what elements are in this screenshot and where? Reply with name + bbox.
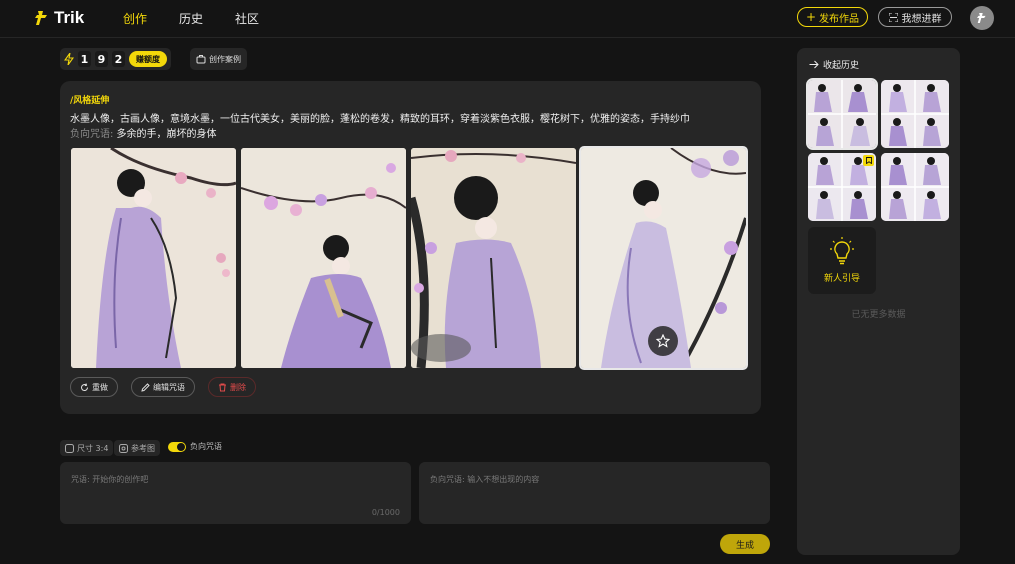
top-bar: Trik 创作 历史 社区 + 发布作品 我想进群	[0, 0, 1015, 38]
join-group-label: 我想进群	[901, 13, 942, 25]
negative-prompt: 负向咒语: 多余的手，崩坏的身体	[70, 125, 217, 140]
cases-label: 创作案例	[209, 54, 241, 64]
user-avatar[interactable]	[970, 6, 994, 30]
credit-digit: 9	[95, 51, 108, 67]
thumbnail-image	[881, 80, 949, 148]
style-tag: /风格延伸	[70, 96, 110, 106]
reference-label: 参考图	[131, 443, 155, 453]
nav-create[interactable]: 创作	[123, 10, 147, 27]
result-image-selected[interactable]	[579, 146, 748, 370]
briefcase-icon	[196, 55, 206, 64]
lightning-icon	[64, 53, 74, 65]
earn-credits-button[interactable]: 赚额度	[129, 51, 167, 67]
redo-label: 重做	[92, 382, 108, 392]
app-name: Trik	[54, 8, 85, 27]
size-label: 尺寸 3:4	[77, 443, 109, 453]
nav-history[interactable]: 历史	[179, 10, 203, 27]
reference-image-option[interactable]: 参考图	[114, 440, 160, 456]
char-counter: 0/1000	[371, 508, 400, 517]
delete-button[interactable]: 删除	[208, 377, 256, 397]
trash-icon	[219, 383, 226, 391]
no-more-data-text: 已无更多数据	[851, 310, 906, 320]
credit-counter: 1 9 2 赚额度	[60, 48, 171, 70]
nav-community[interactable]: 社区	[235, 10, 259, 27]
join-group-button[interactable]: 我想进群	[878, 7, 952, 27]
bookmark-icon	[863, 155, 874, 166]
publish-label: 发布作品	[819, 13, 860, 25]
negative-prompt-toggle[interactable]: 负向咒语	[168, 441, 222, 452]
history-thumbnail[interactable]	[806, 78, 878, 150]
arrow-right-icon	[809, 60, 819, 69]
star-icon	[656, 334, 670, 348]
prompt-placeholder: 咒语: 开始你的创作吧	[71, 475, 149, 484]
toggle-switch[interactable]	[168, 441, 186, 452]
avatar-logo-icon	[977, 13, 986, 23]
image-icon	[119, 443, 128, 453]
history-thumbnail[interactable]	[881, 80, 949, 148]
aspect-ratio-icon	[65, 443, 74, 453]
negative-text: 多余的手，崩坏的身体	[113, 129, 217, 140]
credit-digit: 1	[78, 51, 91, 67]
logo[interactable]: Trik	[35, 8, 84, 28]
prompt-input[interactable]: 咒语: 开始你的创作吧 0/1000	[60, 462, 411, 524]
result-image[interactable]	[241, 148, 406, 368]
history-thumbnail[interactable]	[808, 153, 876, 221]
thumbnail-image	[881, 153, 949, 221]
edit-label: 编辑咒语	[153, 382, 185, 392]
main-nav: 创作 历史 社区	[123, 10, 259, 27]
prompt-text: 水墨人像，古画人像，意境水墨，一位古代美女，美丽的脸，蓬松的卷发，精致的耳环，穿…	[70, 114, 690, 125]
scan-icon	[888, 12, 898, 22]
guide-label: 新人引导	[823, 274, 860, 284]
credit-digit: 2	[112, 51, 125, 67]
size-option[interactable]: 尺寸 3:4	[60, 440, 114, 456]
refresh-icon	[81, 382, 88, 391]
lightbulb-icon	[830, 237, 854, 265]
artwork-image	[411, 148, 576, 368]
artwork-image	[71, 148, 236, 368]
thumbnail-image	[808, 80, 876, 148]
artwork-image	[241, 148, 406, 368]
result-card: /风格延伸 水墨人像，古画人像，意境水墨，一位古代美女，美丽的脸，蓬松的卷发，精…	[60, 81, 761, 414]
negative-placeholder: 负向咒语: 输入不想出现的内容	[430, 475, 540, 484]
negative-prompt-input[interactable]: 负向咒语: 输入不想出现的内容	[419, 462, 770, 524]
edit-prompt-button[interactable]: 编辑咒语	[131, 377, 195, 397]
favorite-button[interactable]	[648, 326, 678, 356]
newbie-guide-card[interactable]: 新人引导	[808, 227, 876, 294]
result-image[interactable]	[71, 148, 236, 368]
result-image[interactable]	[411, 148, 576, 368]
plus-icon: +	[805, 10, 817, 24]
cases-button[interactable]: 创作案例	[190, 48, 247, 70]
history-thumbnail[interactable]	[881, 153, 949, 221]
publish-button[interactable]: + 发布作品	[797, 7, 868, 27]
logo-icon	[35, 11, 47, 25]
history-header-label: 收起历史	[823, 61, 860, 71]
toggle-label: 负向咒语	[190, 442, 222, 451]
history-panel: 收起历史 新人引导 已无更多数据	[797, 48, 960, 555]
negative-label: 负向咒语:	[70, 129, 114, 140]
delete-label: 删除	[230, 382, 246, 392]
redo-button[interactable]: 重做	[70, 377, 118, 397]
generate-button[interactable]: 生成	[720, 534, 770, 554]
collapse-history-button[interactable]: 收起历史	[809, 58, 859, 71]
pencil-icon	[141, 382, 150, 392]
